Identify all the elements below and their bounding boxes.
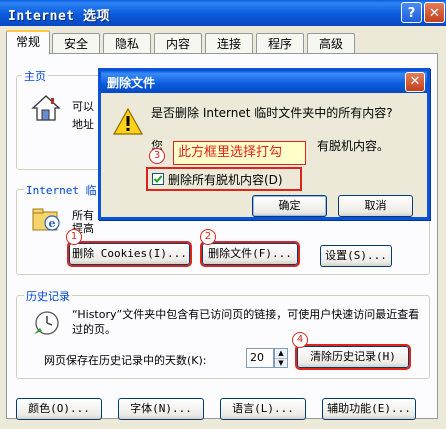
window-titlebar[interactable]: Internet 选项 ? ✕ <box>0 0 446 26</box>
window-close-button[interactable]: ✕ <box>424 2 445 23</box>
dialog-cancel-button[interactable]: 取消 <box>338 195 413 217</box>
svg-text:e: e <box>49 217 56 230</box>
temp-files-settings-button[interactable]: 设置(S)... <box>320 245 392 267</box>
delete-files-button[interactable]: 删除文件(F)... <box>200 241 300 267</box>
dialog-question: 是否删除 Internet 临时文件夹中的所有内容? <box>151 106 393 120</box>
annotation-number-4: 4 <box>292 332 308 348</box>
delete-offline-checkbox-label: 删除所有脱机内容(D) <box>168 173 283 187</box>
tab-connections[interactable]: 连接 <box>205 33 253 53</box>
spin-up-icon[interactable]: ▲ <box>275 349 287 359</box>
annotation-tooltip: 此方框里选择打勾 <box>173 141 306 165</box>
temp-files-legend: Internet 临 <box>24 182 99 198</box>
tab-programs[interactable]: 程序 <box>256 33 304 53</box>
dialog-close-button[interactable]: ✕ <box>405 72 425 92</box>
colors-button[interactable]: 颜色(O)... <box>16 398 102 420</box>
window-title: Internet 选项 <box>8 9 110 24</box>
delete-cookies-button[interactable]: 删除 Cookies(I)... <box>67 241 192 267</box>
history-icon <box>30 307 62 339</box>
spin-down-icon[interactable]: ▼ <box>275 359 287 368</box>
annotation-number-1: 1 <box>66 229 82 245</box>
home-icon <box>30 93 62 123</box>
tab-general[interactable]: 常规 <box>6 30 50 54</box>
history-days-spinner[interactable]: ▲ ▼ <box>274 348 288 368</box>
help-button[interactable]: ? <box>401 2 422 23</box>
warning-icon <box>112 107 144 137</box>
homepage-legend: 主页 <box>22 68 48 84</box>
languages-button[interactable]: 语言(L)... <box>220 398 306 420</box>
fonts-button[interactable]: 字体(N)... <box>118 398 204 420</box>
delete-files-dialog: 删除文件 ✕ 是否删除 Internet 临时文件夹中的所有内容? 您 有脱机内… <box>98 68 430 220</box>
dialog-subtext-suffix: 有脱机内容。 <box>317 139 390 153</box>
ie-folder-icon: e <box>30 203 62 235</box>
checkmark-icon <box>153 175 163 183</box>
dialog-ok-button[interactable]: 确定 <box>252 195 327 217</box>
annotation-number-3: 3 <box>149 148 165 164</box>
dialog-titlebar[interactable]: 删除文件 ✕ <box>101 71 427 93</box>
tab-security[interactable]: 安全 <box>52 33 100 53</box>
accessibility-button[interactable]: 辅助功能(E)... <box>322 398 416 420</box>
clear-history-button[interactable]: 清除历史记录(H) <box>295 344 411 370</box>
delete-offline-checkbox[interactable] <box>152 173 164 185</box>
tab-advanced[interactable]: 高级 <box>307 33 355 53</box>
tab-content[interactable]: 内容 <box>154 33 202 53</box>
homepage-address-label: 地址 <box>72 118 94 131</box>
delete-offline-checkbox-row[interactable]: 删除所有脱机内容(D) <box>146 167 302 191</box>
history-days-input[interactable]: 20 <box>246 348 274 368</box>
annotation-number-2: 2 <box>200 229 216 245</box>
history-description: “History”文件夹中包含有已访问页的链接，可使用户快速访问最近查看过的页。 <box>72 308 420 336</box>
tab-privacy[interactable]: 隐私 <box>103 33 151 53</box>
history-days-label: 网页保存在历史记录中的天数(K): <box>44 354 207 367</box>
dialog-title: 删除文件 <box>107 76 156 90</box>
homepage-text-line1: 可以 <box>72 100 94 113</box>
history-legend: 历史记录 <box>24 288 72 304</box>
